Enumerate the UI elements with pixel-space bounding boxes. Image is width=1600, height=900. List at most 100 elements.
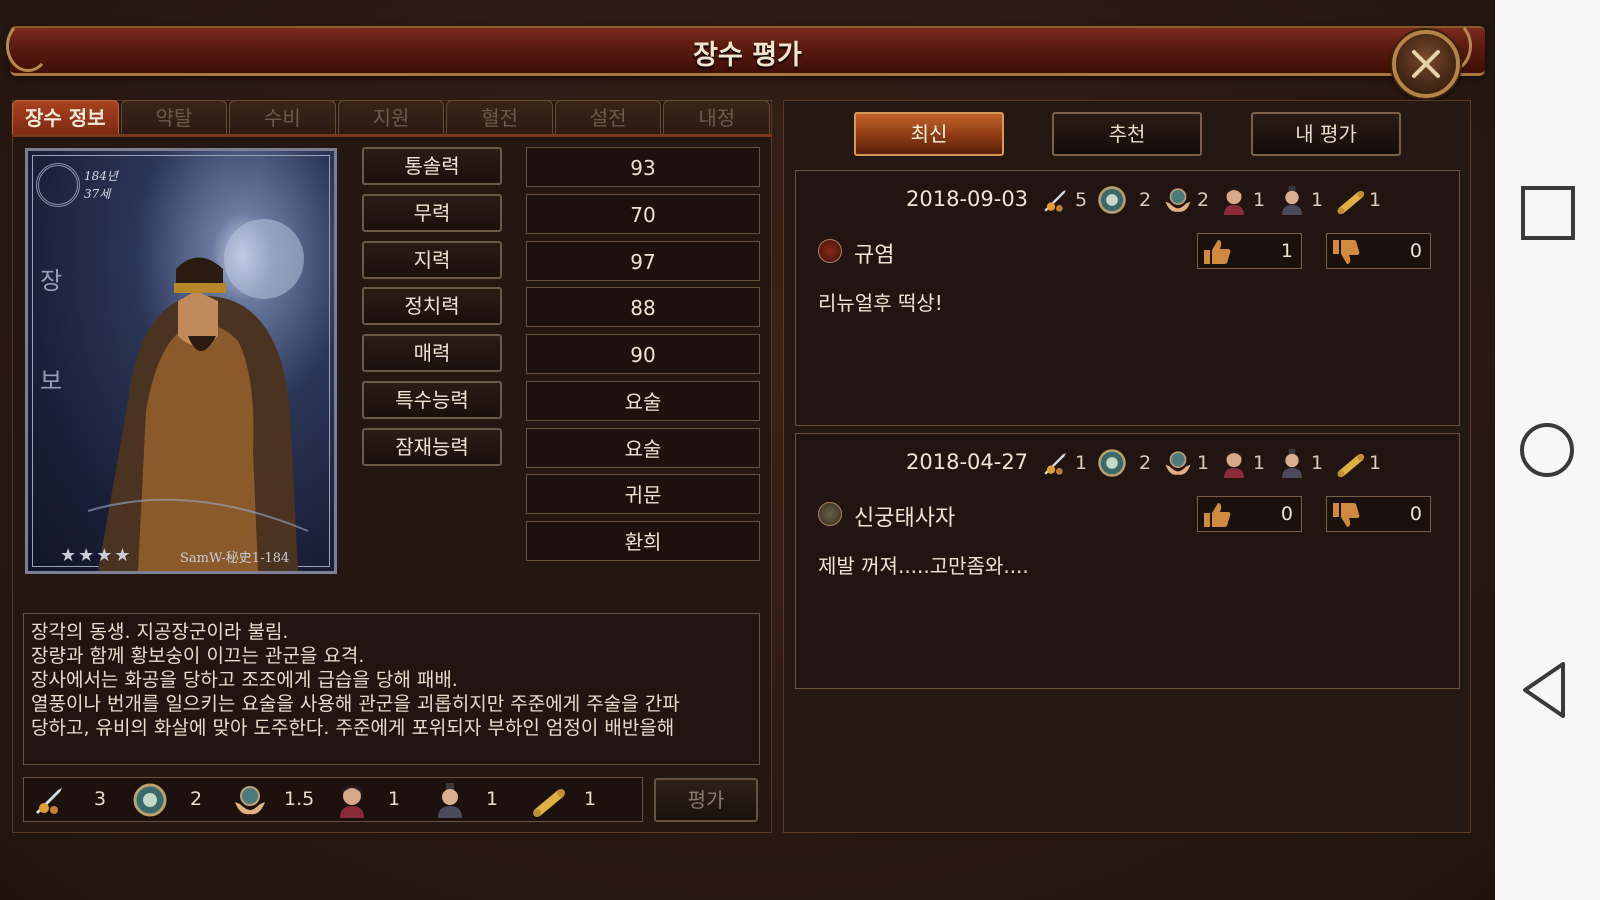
like-count: 0 [1280, 503, 1293, 525]
rating-value: 3 [94, 788, 107, 810]
portrait-year: 184년 [84, 169, 118, 183]
general-figure-illustration [87, 219, 309, 571]
stat-value-potential-ability-3: 환희 [526, 521, 760, 561]
like-button[interactable]: 0 [1197, 496, 1302, 532]
stat-label-command: 통솔력 [362, 147, 502, 185]
dislike-count: 0 [1409, 240, 1422, 262]
review-rating-value: 2 [1197, 189, 1210, 211]
tab-raid[interactable]: 약탈 [120, 100, 228, 136]
review-rating-value: 1 [1253, 452, 1266, 474]
warrior-bloodbattle-icon [1224, 187, 1244, 215]
sword-raid-icon [1044, 190, 1066, 212]
tab-defense[interactable]: 수비 [229, 100, 336, 136]
star-rating: ★★★★ [60, 545, 133, 566]
shield-defense-icon [1098, 186, 1126, 214]
tab-underline [12, 134, 772, 137]
stat-value-potential-ability: 요술 [526, 428, 760, 468]
description-line: 열풍이나 번개를 일으키는 요술을 사용해 관군을 괴롭히지만 주준에게 주술을… [31, 693, 680, 715]
rating-summary-bar: 3 2 1.5 1 1 1 [23, 777, 643, 822]
stat-label-potential-ability: 잠재능력 [362, 428, 502, 466]
rating-value: 2 [190, 788, 203, 810]
tab-blood-battle[interactable]: 혈전 [446, 100, 553, 136]
reviewer-name: 규염 [854, 243, 895, 268]
review-rating-value: 1 [1075, 452, 1088, 474]
stat-value-strength: 70 [526, 194, 760, 234]
scroll-domestic-icon [1337, 190, 1365, 215]
description-line: 장량과 함께 황보숭이 이끄는 관군을 요격. [31, 645, 365, 667]
rating-value: 1.5 [284, 788, 315, 810]
portrait-age-value: 37세 [84, 187, 111, 201]
tab-debate[interactable]: 설전 [554, 100, 662, 136]
thumbs-down-icon [1333, 503, 1360, 527]
warrior-bloodbattle-icon [340, 785, 364, 818]
review-rating-value: 1 [1311, 452, 1324, 474]
portrait-age: 184년 37세 [84, 167, 118, 203]
scroll-domestic-icon [533, 789, 565, 817]
stat-label-special-ability: 특수능력 [362, 381, 502, 419]
tab-domestic[interactable]: 내정 [663, 100, 771, 136]
review-date: 2018-09-03 [906, 187, 1029, 211]
review-rating-value: 1 [1369, 189, 1382, 211]
reviewer-rank-icon [818, 502, 842, 526]
like-button[interactable]: 1 [1197, 233, 1302, 269]
stat-value-politics: 88 [526, 287, 760, 327]
rating-value: 1 [486, 788, 499, 810]
stat-value-charisma: 90 [526, 334, 760, 374]
review-rating-value: 1 [1197, 452, 1210, 474]
evaluate-button[interactable]: 평가 [654, 778, 758, 822]
sword-raid-icon [36, 788, 62, 814]
rating-value: 1 [388, 788, 401, 810]
hands-support-icon [1165, 451, 1191, 475]
stat-label-politics: 정치력 [362, 287, 502, 325]
review-rating-value: 2 [1139, 452, 1152, 474]
stat-value-command: 93 [526, 147, 760, 187]
description-line: 장사에서는 화공을 당하고 조조에게 급습을 당해 패배. [31, 669, 458, 691]
stat-value-potential-ability-2: 귀문 [526, 474, 760, 514]
hands-support-icon [1165, 188, 1191, 212]
filter-latest-button[interactable]: 최신 [854, 112, 1004, 156]
card-code: SamW-秘史1-184 [180, 551, 290, 566]
system-navigation-bar [1495, 0, 1600, 900]
dislike-count: 0 [1409, 503, 1422, 525]
dislike-button[interactable]: 0 [1326, 496, 1431, 532]
recent-apps-icon[interactable] [1515, 180, 1579, 244]
review-text: 제발 꺼져.....고만좀와.... [818, 554, 1029, 578]
review-rating-value: 1 [1369, 452, 1382, 474]
close-icon [1412, 50, 1440, 78]
portrait-general-name: 장보 [40, 267, 63, 395]
thumbs-down-icon [1333, 240, 1360, 264]
description-line: 장각의 동생. 지공장군이라 불림. [31, 621, 289, 643]
back-icon[interactable] [1515, 658, 1579, 722]
page-title: 장수 평가 [693, 40, 802, 71]
filter-my-review-button[interactable]: 내 평가 [1251, 112, 1401, 156]
stat-value-intelligence: 97 [526, 241, 760, 281]
thumbs-up-icon [1204, 503, 1231, 527]
category-tabs: 장수 정보 약탈 수비 지원 혈전 설전 내정 [12, 100, 772, 136]
dislike-button[interactable]: 0 [1326, 233, 1431, 269]
scholar-debate-icon [1282, 448, 1302, 478]
portrait-seal-icon [36, 163, 80, 207]
review-rating-value: 1 [1253, 189, 1266, 211]
review-rating-value: 2 [1139, 189, 1152, 211]
tab-support[interactable]: 지원 [337, 100, 445, 136]
home-icon[interactable] [1515, 418, 1579, 482]
stat-value-special-ability: 요술 [526, 381, 760, 421]
review-rating-value: 1 [1311, 189, 1324, 211]
sword-raid-icon [1044, 453, 1066, 475]
close-button[interactable] [1392, 30, 1460, 98]
warrior-bloodbattle-icon [1224, 450, 1244, 478]
hands-support-icon [235, 786, 265, 815]
shield-defense-icon [1098, 449, 1126, 477]
general-portrait: 184년 37세 장보 ★★★★ SamW-秘史1-184 [25, 148, 337, 574]
filter-recommended-button[interactable]: 추천 [1052, 112, 1202, 156]
review-date: 2018-04-27 [906, 450, 1029, 474]
review-rating-value: 5 [1075, 189, 1088, 211]
description-line: 당하고, 유비의 화살에 맞아 도주한다. 주준에게 포위되자 부하인 엄정이 … [31, 717, 675, 739]
stat-label-charisma: 매력 [362, 334, 502, 372]
scroll-domestic-icon [1337, 453, 1365, 478]
thumbs-up-icon [1204, 240, 1231, 264]
shield-defense-icon [133, 783, 167, 817]
review-card: 2018-04-27 1 2 1 1 1 1 신궁태사자 0 0 제발 꺼져..… [795, 433, 1460, 689]
reviewer-name: 신궁태사자 [854, 506, 956, 531]
tab-general-info[interactable]: 장수 정보 [12, 100, 119, 136]
